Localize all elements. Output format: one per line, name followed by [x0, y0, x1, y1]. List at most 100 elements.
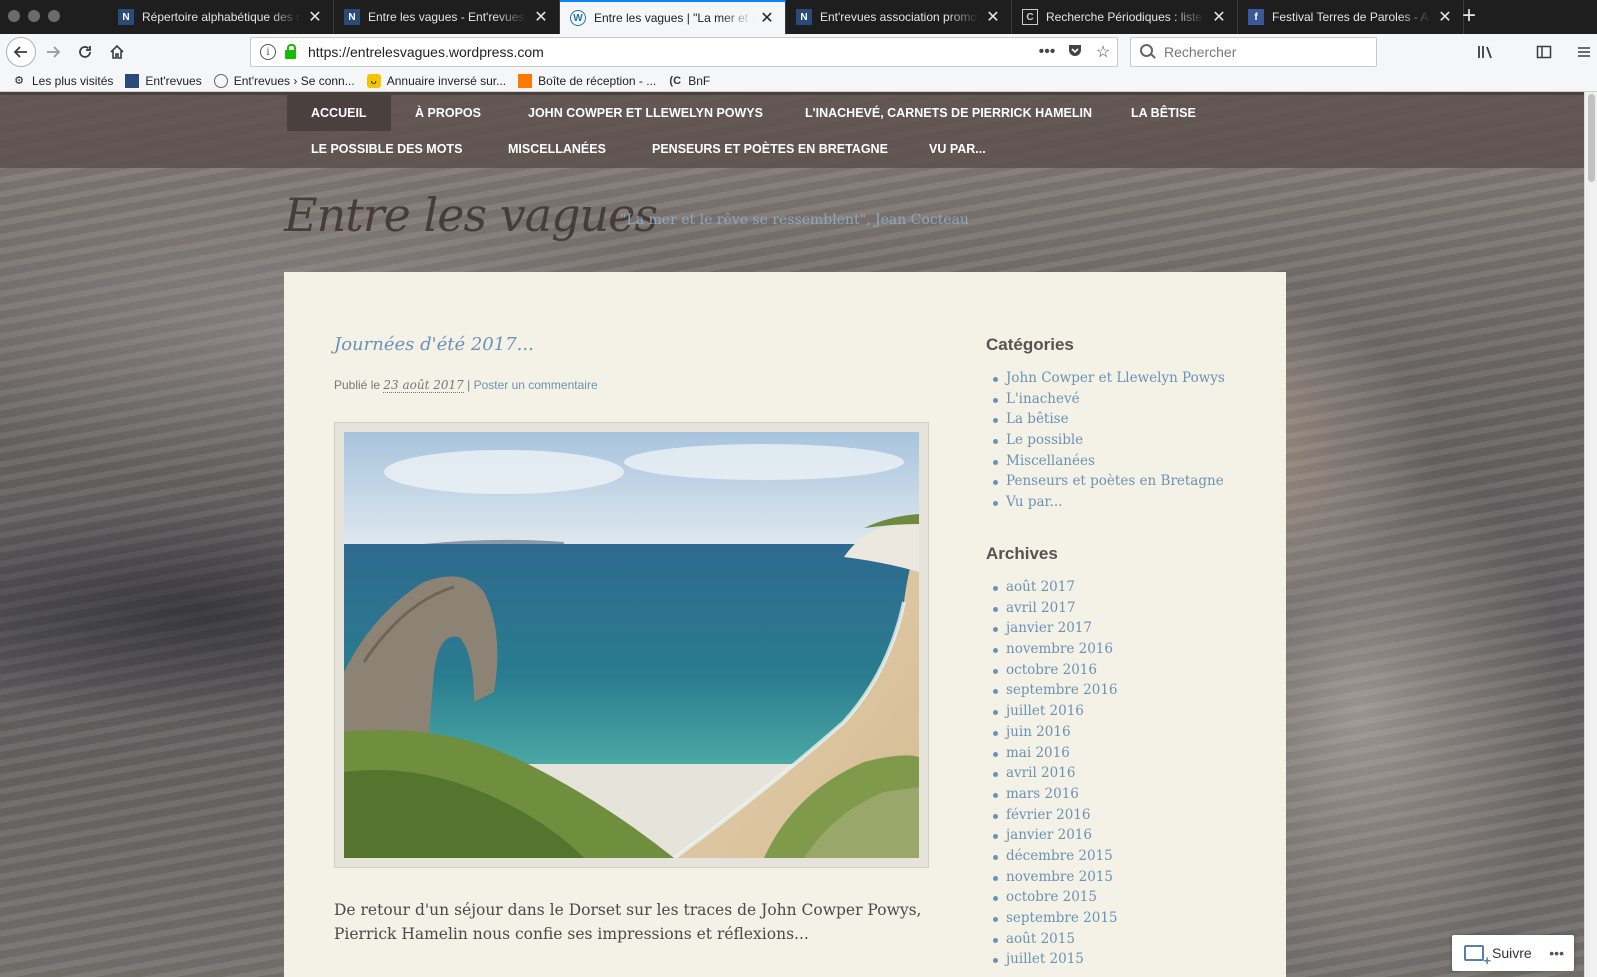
bnf-favicon-icon: C	[1022, 9, 1038, 25]
follow-button[interactable]: Suivre •••	[1452, 935, 1574, 971]
archive-link[interactable]: avril 2017	[993, 600, 1118, 621]
tab-title: Entre les vagues - Ent'revues, le site	[368, 10, 527, 24]
scrollbar-thumb[interactable]	[1588, 94, 1595, 182]
back-arrow-icon[interactable]	[6, 37, 36, 67]
home-icon[interactable]	[102, 37, 132, 67]
window-close-dot[interactable]	[8, 10, 20, 22]
page-actions-icon[interactable]: •••	[1033, 43, 1061, 61]
page-scrollbar[interactable]	[1584, 92, 1597, 977]
archive-link[interactable]: avril 2016	[993, 765, 1118, 786]
bookmark-label: Boîte de réception - ...	[538, 73, 657, 88]
bookmark-most-visited[interactable]: ⚙ Les plus visités	[12, 74, 113, 88]
tab-close-icon[interactable]: ✕	[307, 7, 323, 27]
window-minimize-dot[interactable]	[28, 10, 40, 22]
gear-icon: ⚙	[14, 75, 24, 87]
archive-link[interactable]: novembre 2015	[993, 869, 1118, 890]
archive-link[interactable]: octobre 2015	[993, 889, 1118, 910]
tab-close-icon[interactable]: ✕	[533, 7, 549, 27]
category-link[interactable]: L'inachevé	[993, 391, 1225, 412]
archive-link[interactable]: septembre 2015	[993, 910, 1118, 931]
archive-link[interactable]: janvier 2016	[993, 827, 1118, 848]
post-date-link[interactable]: 23 août 2017	[383, 378, 464, 393]
url-text[interactable]: https://entrelesvagues.wordpress.com	[308, 44, 1033, 60]
site-title[interactable]: Entre les vagues	[284, 188, 658, 242]
sidebar-toggle-icon[interactable]	[1532, 40, 1556, 64]
search-placeholder: Rechercher	[1164, 44, 1237, 60]
archive-link[interactable]: décembre 2015	[993, 848, 1118, 869]
forward-arrow-icon[interactable]	[38, 37, 68, 67]
bookmark-entrevues[interactable]: Ent'revues	[125, 73, 202, 88]
post-title-link[interactable]: Journées d'été 2017...	[334, 334, 534, 355]
tab-title: Festival Terres de Paroles - Accueil	[1272, 10, 1431, 24]
menu-le-possible[interactable]: Le possible des mots	[287, 131, 486, 167]
browser-tab-6[interactable]: f Festival Terres de Paroles - Accueil ✕	[1238, 0, 1464, 34]
search-bar[interactable]: Rechercher	[1130, 37, 1377, 67]
menu-a-propos[interactable]: À propos	[391, 95, 505, 131]
category-link[interactable]: John Cowper et Llewelyn Powys	[993, 370, 1225, 391]
archive-link[interactable]: septembre 2016	[993, 682, 1118, 703]
archive-link[interactable]: mai 2016	[993, 745, 1118, 766]
archive-link[interactable]: juillet 2015	[993, 951, 1118, 972]
entrevues-favicon-icon: N	[796, 9, 812, 25]
follow-reader-icon	[1464, 945, 1491, 968]
tab-title: Répertoire alphabétique des revues	[142, 10, 301, 24]
browser-tab-4[interactable]: N Ent'revues association promotion ✕	[786, 0, 1012, 34]
category-link[interactable]: Miscellanées	[993, 453, 1225, 474]
site-info-icon[interactable]: i	[260, 44, 276, 60]
category-link[interactable]: Penseurs et poètes en Bretagne	[993, 473, 1225, 494]
meta-separator: |	[467, 378, 471, 392]
tab-close-icon[interactable]: ✕	[1211, 7, 1227, 27]
archive-link[interactable]: juin 2016	[993, 724, 1118, 745]
bookmark-label: Ent'revues	[145, 73, 202, 88]
menu-miscellanees[interactable]: Miscellanées	[484, 131, 630, 167]
browser-tab-2[interactable]: N Entre les vagues - Ent'revues, le site…	[334, 0, 560, 34]
post-image-frame	[334, 422, 929, 868]
menu-la-betise[interactable]: La bêtise	[1107, 95, 1220, 131]
window-zoom-dot[interactable]	[48, 10, 60, 22]
bookmark-bnf[interactable]: (C BnF	[668, 74, 710, 88]
menu-penseurs[interactable]: Penseurs et poètes en Bretagne	[628, 131, 912, 167]
archive-link[interactable]: janvier 2017	[993, 620, 1118, 641]
menu-powys[interactable]: John Cowper et Llewelyn Powys	[504, 95, 787, 131]
tab-close-icon[interactable]: ✕	[985, 7, 1001, 27]
category-link[interactable]: Le possible	[993, 432, 1225, 453]
menu-inacheve[interactable]: L'inachevé, carnets de Pierrick Hamelin	[781, 95, 1116, 131]
site-main-menu: Accueil À propos John Cowper et Llewelyn…	[0, 92, 1584, 168]
post-comment-link[interactable]: Poster un commentaire	[474, 378, 598, 392]
bookmark-entrevues-login[interactable]: Ent'revues › Se conn...	[213, 73, 355, 88]
tab-title: Entre les vagues | "La mer et le rêve	[594, 11, 753, 25]
tab-close-icon[interactable]: ✕	[1437, 7, 1453, 27]
browser-tab-5[interactable]: C Recherche Périodiques : liste des ✕	[1012, 0, 1238, 34]
coastline-arch-photo[interactable]	[344, 432, 919, 860]
new-tab-plus-icon[interactable]: +	[1462, 2, 1476, 30]
address-bar[interactable]: i https://entrelesvagues.wordpress.com •…	[250, 37, 1118, 67]
archive-link[interactable]: novembre 2016	[993, 641, 1118, 662]
pocket-icon[interactable]	[1061, 42, 1089, 63]
category-link[interactable]: Vu par...	[993, 494, 1225, 515]
category-link[interactable]: La bêtise	[993, 411, 1225, 432]
bookmark-star-icon[interactable]: ☆	[1089, 42, 1117, 62]
library-icon[interactable]	[1474, 40, 1498, 64]
reload-icon[interactable]	[70, 37, 100, 67]
archive-link[interactable]: juillet 2016	[993, 703, 1118, 724]
browser-tab-3-active[interactable]: W Entre les vagues | "La mer et le rêve …	[560, 0, 786, 34]
categories-list: John Cowper et Llewelyn Powys L'inachevé…	[993, 370, 1225, 515]
archive-link[interactable]: mars 2016	[993, 786, 1118, 807]
tab-close-icon[interactable]: ✕	[759, 8, 775, 28]
follow-more-icon[interactable]: •••	[1549, 945, 1564, 961]
hamburger-menu-icon[interactable]	[1572, 40, 1596, 64]
site-description: "La mer et le rêve se ressemblent", Jean…	[620, 212, 969, 228]
entrevues-icon	[125, 73, 140, 88]
menu-accueil[interactable]: Accueil	[287, 95, 391, 131]
archive-link[interactable]: août 2015	[993, 931, 1118, 952]
web-page: Accueil À propos John Cowper et Llewelyn…	[0, 92, 1584, 977]
follow-label: Suivre	[1492, 945, 1532, 961]
bookmark-label: Annuaire inversé sur...	[386, 73, 507, 88]
archive-link[interactable]: août 2017	[993, 579, 1118, 600]
bookmark-inbox[interactable]: Boîte de réception - ...	[518, 73, 657, 88]
browser-tab-1[interactable]: N Répertoire alphabétique des revues ✕	[108, 0, 334, 34]
bookmark-annuaire[interactable]: ᴗ Annuaire inversé sur...	[366, 73, 507, 88]
archive-link[interactable]: février 2016	[993, 807, 1118, 828]
archive-link[interactable]: octobre 2016	[993, 662, 1118, 683]
menu-vu-par[interactable]: Vu par...	[905, 131, 1010, 167]
